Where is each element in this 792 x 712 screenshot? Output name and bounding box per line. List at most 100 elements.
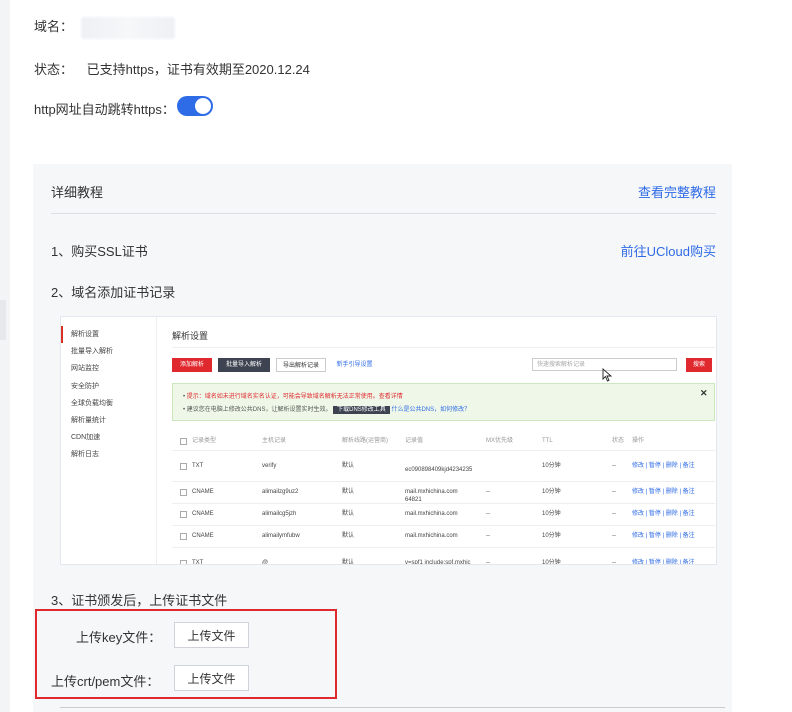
record-value: mail.mxhichina.com <box>405 511 458 517</box>
record-type: CNAME <box>192 511 214 517</box>
record-host: @ <box>262 560 269 565</box>
dns-notice-line2: • 建议您在电脑上修改公共DNS，让解析设置实时生效。 下载DNS修改工具 什么… <box>183 406 471 414</box>
dns-records-table: 记录类型 主机记录 解析线路(运营商) 记录值 MX优先级 TTL 状态 操作 … <box>172 432 715 565</box>
side-collapse-handle[interactable] <box>0 300 6 340</box>
record-ttl: 10分钟 <box>542 489 561 495</box>
dns-notice-line1: • 提示：域名如未进行域名实名认证，可能会导致域名解析无法正常使用。查看详情 <box>183 394 403 400</box>
dns-notice-text2: 建议您在电脑上修改公共DNS，让解析设置实时生效。 <box>186 407 332 413</box>
dns-public-dns-link: 什么是公共DNS，如何修改？ <box>391 407 471 413</box>
crt-upload-label: 上传crt/pem文件： <box>51 674 160 689</box>
dns-title: 解析设置 <box>172 331 209 341</box>
dns-notice-text1: 提示：域名如未进行域名实名认证，可能会导致域名解析无法正常使用。查看详情 <box>186 394 403 400</box>
dns-add-button: 添加解析 <box>172 358 212 372</box>
redirect-row: http网址自动跳转https： <box>34 99 175 118</box>
record-ttl: 10分钟 <box>542 463 561 469</box>
record-value: mail.mxhichina.com <box>405 533 458 539</box>
record-status: -- <box>612 533 616 539</box>
dns-settings-screenshot: 解析设置 批量导入解析 网站监控 安全防护 全球负载均衡 解析量统计 CDN加速… <box>60 316 717 565</box>
checkbox <box>180 438 187 445</box>
record-mx: -- <box>486 533 490 539</box>
dns-sidebar-item: 安全防护 <box>71 382 99 390</box>
record-mx: -- <box>486 511 490 517</box>
dns-col-header: TTL <box>542 438 553 444</box>
divider <box>51 213 716 214</box>
dns-col-header: 主机记录 <box>262 438 287 444</box>
checkbox <box>180 533 187 540</box>
redirect-label: http网址自动跳转https： <box>34 102 175 117</box>
record-type: CNAME <box>192 533 214 539</box>
step-1: 1、购买SSL证书 <box>51 244 148 259</box>
record-line: 默认 <box>342 533 355 539</box>
record-type: TXT <box>192 463 204 469</box>
checkbox <box>180 463 187 470</box>
dns-sidebar-item: 全球负载均衡 <box>71 399 113 407</box>
dns-import-button: 批量导入解析 <box>218 358 270 372</box>
record-status: -- <box>612 463 616 469</box>
dns-col-header: 记录值 <box>405 438 424 444</box>
bottom-divider <box>60 707 725 708</box>
https-redirect-toggle[interactable] <box>177 96 213 116</box>
ssl-settings-page: 域名： 状态： 已支持https，证书有效期至2020.12.24 http网址… <box>10 0 792 712</box>
record-ttl: 10分钟 <box>542 533 561 539</box>
step-2: 2、域名添加证书记录 <box>51 285 176 300</box>
record-type: CNAME <box>192 489 214 495</box>
record-ttl: 10分钟 <box>542 560 561 565</box>
record-host: alimailzg9uz2 <box>262 489 299 495</box>
record-host: verify <box>262 463 277 469</box>
checkbox <box>180 511 187 518</box>
record-mx: -- <box>486 560 490 565</box>
dns-col-header: MX优先级 <box>486 438 514 444</box>
dns-search-button: 搜索 <box>686 358 712 372</box>
record-ops: 修改 | 暂停 | 删除 | 备注 <box>632 511 695 517</box>
record-type: TXT <box>192 560 204 565</box>
dns-sidebar-item: 网站监控 <box>71 365 99 373</box>
domain-value-blurred <box>81 16 176 39</box>
dns-download-tool-button: 下载DNS修改工具 <box>333 406 390 414</box>
dns-sidebar-item: 解析日志 <box>71 451 99 459</box>
record-host: alimailcg5jzh <box>262 511 297 517</box>
dns-export-button: 导出解析记录 <box>276 358 326 372</box>
dns-col-header: 状态 <box>612 438 625 444</box>
tutorial-title: 详细教程 <box>51 185 104 200</box>
dns-col-header: 记录类型 <box>192 438 217 444</box>
dns-col-header: 操作 <box>632 438 645 444</box>
dns-guide-link: 新手引导设置 <box>336 362 373 368</box>
record-value-line1: ec090898409kjd4234235 <box>405 467 473 473</box>
record-line: 默认 <box>342 511 355 517</box>
status-value: 已支持https，证书有效期至2020.12.24 <box>86 62 310 77</box>
table-row: CNAME alimailcg5jzh 默认 mail.mxhichina.co… <box>172 504 715 526</box>
dns-sidebar-item: CDN加速 <box>71 434 101 442</box>
record-ops: 修改 | 暂停 | 删除 | 备注 <box>632 463 695 469</box>
dns-main: 解析设置 添加解析 批量导入解析 导出解析记录 新手引导设置 快速搜索解析记录 … <box>172 317 716 564</box>
record-ops: 修改 | 暂停 | 删除 | 备注 <box>632 560 695 565</box>
checkbox <box>180 560 187 564</box>
record-status: -- <box>612 489 616 495</box>
domain-label: 域名： <box>34 19 74 34</box>
record-mx: -- <box>486 489 490 495</box>
key-upload-label: 上传key文件： <box>76 630 162 645</box>
dns-sidebar-item: 批量导入解析 <box>71 348 113 356</box>
dns-sidebar-item: 解析量统计 <box>71 416 106 424</box>
record-line: 默认 <box>342 463 355 469</box>
mouse-cursor-icon <box>602 368 613 382</box>
record-ops: 修改 | 暂停 | 删除 | 备注 <box>632 533 695 539</box>
table-row: CNAME alimailzg9uz2 默认 mail.mxhichina.co… <box>172 482 715 504</box>
dns-table-header: 记录类型 主机记录 解析线路(运营商) 记录值 MX优先级 TTL 状态 操作 <box>172 432 715 451</box>
domain-row: 域名： <box>34 16 176 39</box>
record-ops: 修改 | 暂停 | 删除 | 备注 <box>632 489 695 495</box>
dns-notice: • 提示：域名如未进行域名实名认证，可能会导致域名解析无法正常使用。查看详情 •… <box>172 383 715 421</box>
dns-col-header: 解析线路(运营商) <box>342 438 388 444</box>
table-row: TXT @ 默认 v=spf1 include:spf.mxhic -- 10分… <box>172 548 715 565</box>
step-3: 3、证书颁发后，上传证书文件 <box>51 593 228 608</box>
table-row: CNAME alimailymfubw 默认 mail.mxhichina.co… <box>172 526 715 548</box>
record-host: alimailymfubw <box>262 533 300 539</box>
table-row: TXT verify 默认 ec090898409kjd4234235 64821… <box>172 451 715 503</box>
ucloud-buy-link[interactable]: 前往UCloud购买 <box>621 241 716 260</box>
record-status: -- <box>612 511 616 517</box>
upload-crt-button[interactable]: 上传文件 <box>174 665 249 691</box>
record-line: 默认 <box>342 489 355 495</box>
upload-key-button[interactable]: 上传文件 <box>174 622 249 648</box>
dns-sidebar-item: 解析设置 <box>61 326 156 344</box>
full-tutorial-link[interactable]: 查看完整教程 <box>638 182 716 201</box>
checkbox <box>180 489 187 496</box>
